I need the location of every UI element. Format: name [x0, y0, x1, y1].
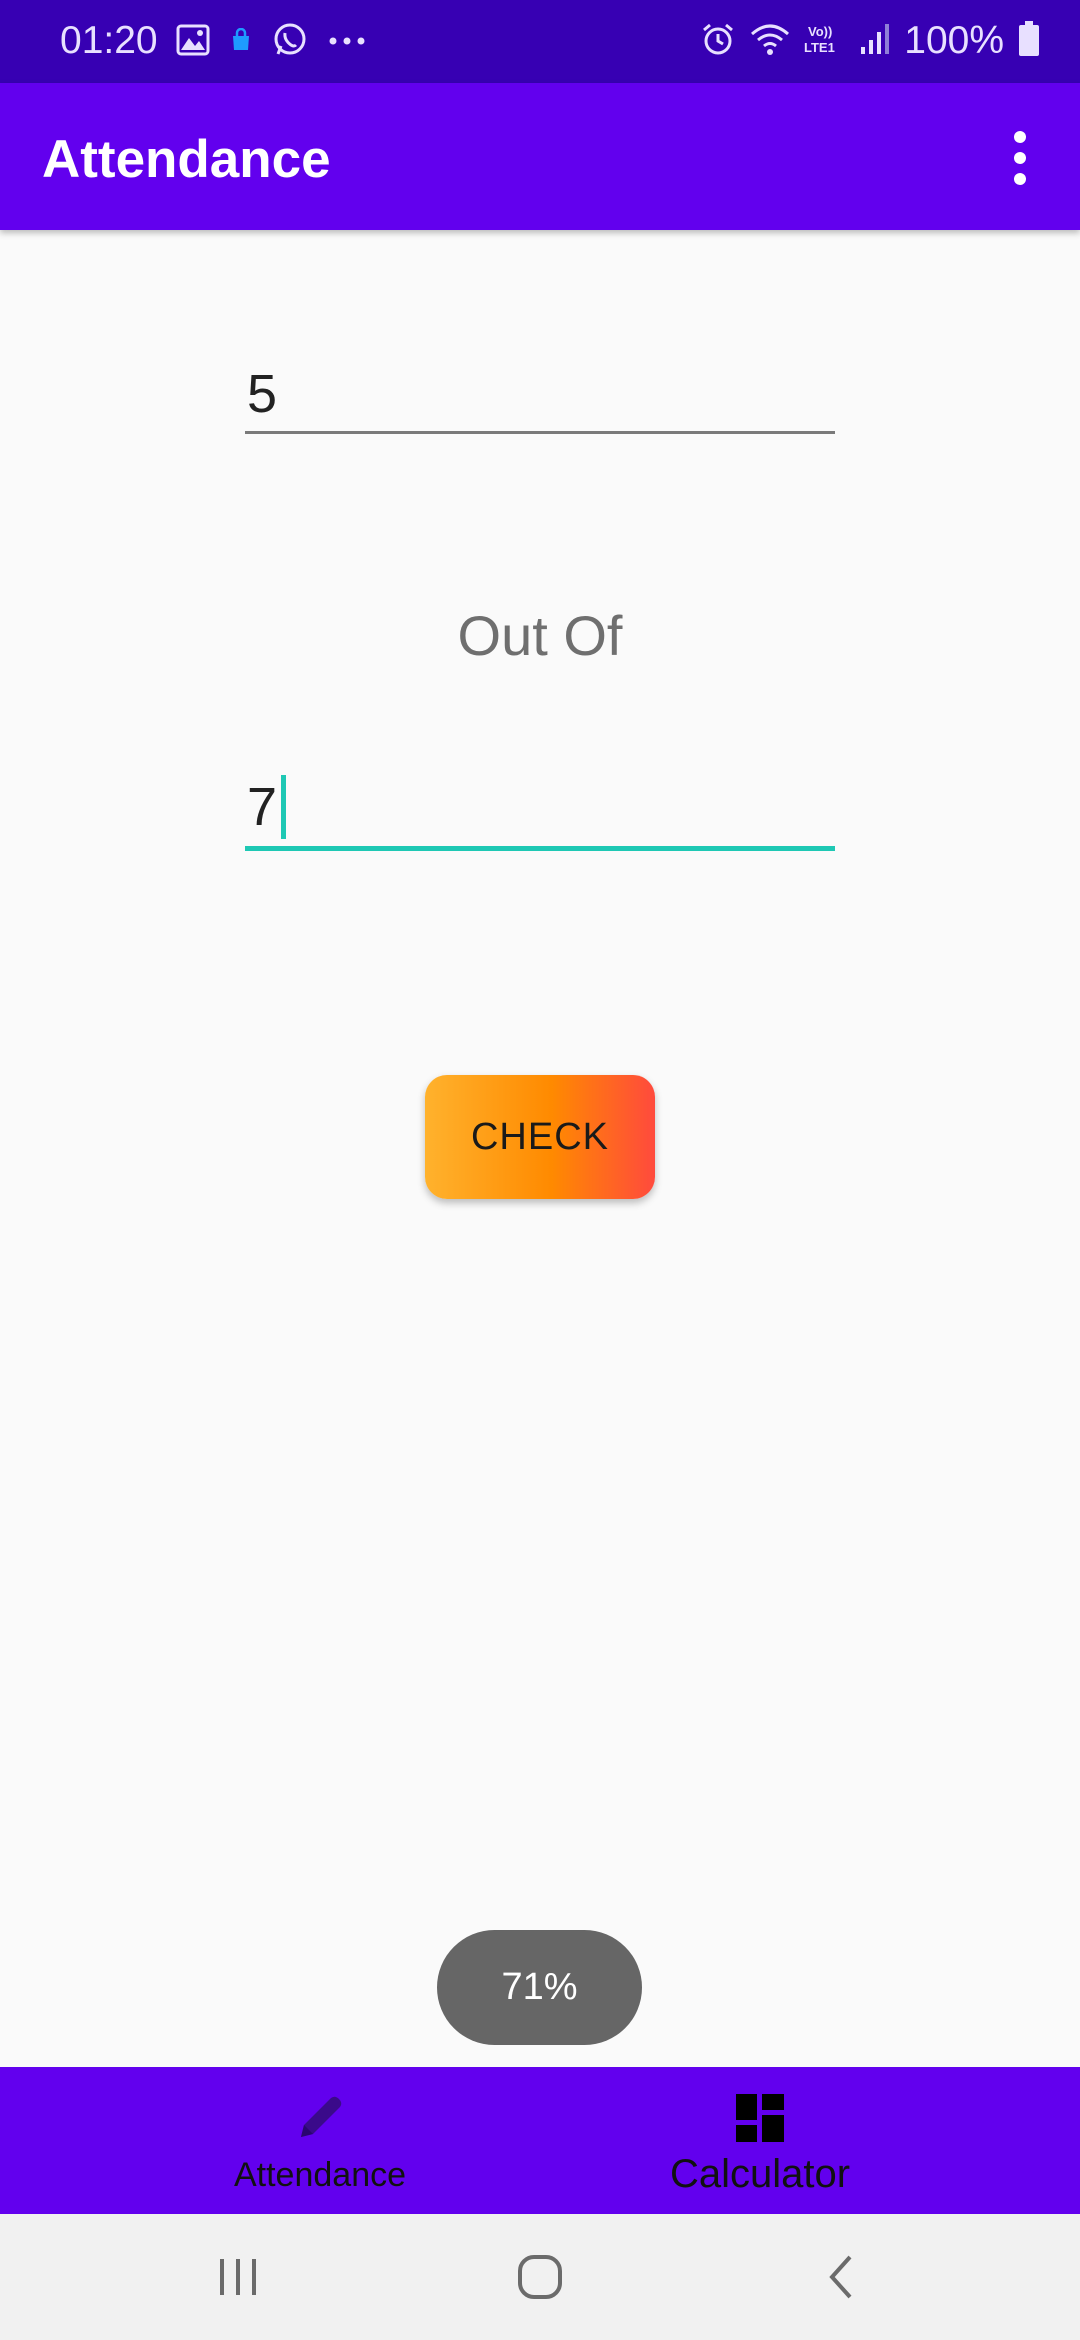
gallery-icon: [176, 24, 210, 61]
text-cursor: [281, 775, 287, 839]
page-title: Attendance: [42, 130, 331, 189]
system-status-icons: Vo)) LTE1 100%: [700, 18, 1040, 64]
total-classes-input[interactable]: 7: [245, 771, 835, 851]
out-of-label: Out Of: [457, 604, 623, 667]
bottom-navigation: Attendance Calculator: [0, 2067, 1080, 2214]
alarm-icon: [700, 21, 736, 62]
home-icon[interactable]: [510, 2247, 570, 2307]
dashboard-icon: [731, 2089, 789, 2147]
total-classes-value: 7: [247, 777, 278, 837]
whatsapp-icon: [272, 22, 308, 63]
signal-icon: [860, 23, 890, 60]
battery-icon: [1018, 20, 1040, 62]
total-classes-field[interactable]: 7: [245, 771, 835, 843]
check-button[interactable]: CHECK: [425, 1075, 655, 1199]
more-notifications-icon: [328, 33, 366, 51]
status-bar: 01:20 Vo)) LTE1 100%: [0, 0, 1080, 83]
svg-text:Vo)): Vo)): [808, 24, 832, 39]
nav-item-calculator[interactable]: Calculator: [620, 2067, 900, 2214]
total-input-underline: [245, 846, 835, 851]
back-icon[interactable]: [812, 2247, 872, 2307]
notification-icons: [176, 22, 366, 62]
nav-item-attendance[interactable]: Attendance: [180, 2067, 460, 2214]
svg-text:LTE1: LTE1: [804, 40, 835, 55]
status-time: 01:20: [60, 19, 158, 62]
nav-label-attendance: Attendance: [233, 2156, 407, 2194]
volte-icon: Vo)) LTE1: [804, 22, 846, 61]
system-navigation-bar: [0, 2214, 1080, 2340]
overflow-menu-icon[interactable]: [990, 123, 1050, 193]
recents-icon[interactable]: [208, 2247, 268, 2307]
battery-percentage: 100%: [904, 19, 1004, 62]
wifi-icon: [750, 22, 790, 61]
app-bar: Attendance: [0, 83, 1080, 230]
attended-classes-input[interactable]: 5: [245, 358, 835, 434]
pencil-icon: [291, 2089, 349, 2147]
nav-label-calculator: Calculator: [669, 2152, 851, 2196]
attended-classes-value[interactable]: 5: [245, 358, 835, 430]
shopping-bag-icon: [230, 27, 252, 57]
attended-input-underline: [245, 431, 835, 434]
result-toast: 71%: [437, 1930, 642, 2045]
